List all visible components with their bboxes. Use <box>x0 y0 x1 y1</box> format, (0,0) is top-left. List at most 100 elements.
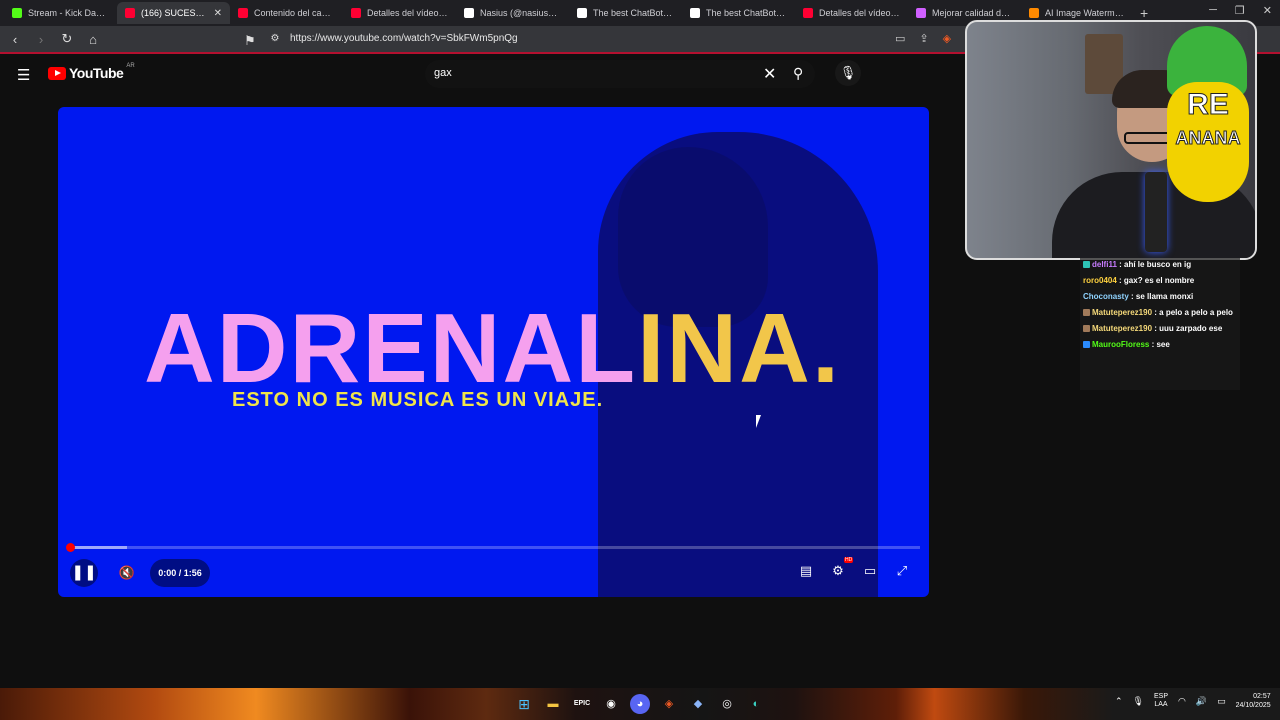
time-display: 0:00 / 1:56 <box>150 559 210 587</box>
subtitles-icon[interactable]: ▤ <box>797 563 815 579</box>
chat-separator: : <box>1116 260 1125 269</box>
youtube-play-icon <box>48 66 66 80</box>
tab-title: Detalles del vídeo - Yo <box>819 8 900 18</box>
clear-search-icon[interactable]: ✕ <box>763 64 776 84</box>
url-field[interactable]: https://www.youtube.com/watch?v=SbkFWm5p… <box>290 33 518 44</box>
site-info-icon[interactable]: ⚙ <box>268 33 282 44</box>
app-icon[interactable]: ◆ <box>688 694 708 714</box>
chat-text: ahí le busco en ig <box>1124 260 1192 269</box>
chat-username: delfi11 <box>1092 260 1117 269</box>
home-icon[interactable]: ⌂ <box>86 32 100 47</box>
settings-icon[interactable]: ⚙ <box>829 563 847 579</box>
obs-icon[interactable]: ◎ <box>717 694 737 714</box>
tab-favicon-icon <box>238 8 248 18</box>
scrubber-handle[interactable] <box>66 543 75 552</box>
hd-badge: HD <box>844 557 854 563</box>
maximize-icon[interactable]: ❐ <box>1235 4 1245 17</box>
tab-favicon-icon <box>916 8 926 18</box>
browser-tab[interactable]: Detalles del vídeo - Yo <box>795 2 908 24</box>
forward-icon[interactable]: › <box>34 32 48 47</box>
minimize-icon[interactable]: ─ <box>1209 4 1217 17</box>
edge-icon[interactable]: ◐ <box>746 694 766 714</box>
tab-title: The best ChatBot and <box>593 8 674 18</box>
file-explorer-icon[interactable]: ▬ <box>543 694 563 714</box>
window-controls: ─ ❐ ✕ <box>1209 4 1272 17</box>
chat-badge-icon <box>1083 309 1090 317</box>
lang-line-1: ESP <box>1153 693 1168 700</box>
tab-favicon-icon <box>690 8 700 18</box>
browser-tab[interactable]: Nasius (@nasiusok) | T <box>456 2 569 24</box>
brave-icon[interactable]: ◈ <box>659 694 679 714</box>
tab-title: Contenido del canal - <box>254 8 335 18</box>
mute-button[interactable]: 🔇 <box>113 559 141 587</box>
reanana-logo: RE ANANA <box>1167 82 1249 202</box>
close-tab-icon[interactable]: ✕ <box>214 8 222 19</box>
fullscreen-icon[interactable]: ⤢ <box>893 563 911 579</box>
browser-tab[interactable]: Contenido del canal - <box>230 2 343 24</box>
tab-favicon-icon <box>1029 8 1039 18</box>
cast-icon[interactable]: ▭ <box>895 32 905 45</box>
windows-taskbar: ⊞ ▬ EPIC ◉ ◕ ◈ ◆ ◎ ◐ ⌃ 🎙 ESP LAA ◠ 🔊 ▭ 0… <box>0 688 1280 720</box>
brave-shield-icon[interactable]: ◈ <box>943 32 951 45</box>
taskbar-apps: ⊞ ▬ EPIC ◉ ◕ ◈ ◆ ◎ ◐ <box>514 694 766 714</box>
bookmark-icon[interactable]: ⚑ <box>243 33 257 49</box>
chat-message: delfi11 : ahí le busco en ig <box>1083 260 1237 270</box>
tab-favicon-icon <box>577 8 587 18</box>
chat-text: uuu zarpado ese <box>1159 324 1223 333</box>
chat-overlay: delfi11 : ahí le busco en ig roro0404 : g… <box>1080 258 1240 390</box>
chat-text: gax? es el nombre <box>1123 276 1195 285</box>
tab-list: Stream - Kick Dashboard (166) SUCESOS PA ✕… <box>4 2 1134 24</box>
tab-title: Detalles del vídeo - Yo <box>367 8 448 18</box>
discord-icon[interactable]: ◕ <box>630 694 650 714</box>
share-icon[interactable]: ⇪ <box>919 32 928 45</box>
browser-tab[interactable]: The best ChatBot and <box>569 2 682 24</box>
chat-username: Choconasty <box>1083 292 1129 301</box>
tray-mic-icon[interactable]: 🎙 <box>1133 696 1144 707</box>
steam-icon[interactable]: ◉ <box>601 694 621 714</box>
voice-search-icon[interactable]: 🎙 <box>835 60 861 86</box>
chat-badge-icon <box>1083 341 1090 349</box>
search-box[interactable]: gax ✕ ⚲ <box>425 60 815 88</box>
tab-favicon-icon <box>803 8 813 18</box>
tab-title: (166) SUCESOS PA <box>141 8 208 18</box>
reload-icon[interactable]: ↻ <box>60 31 74 47</box>
pause-button[interactable]: ❚❚ <box>70 559 98 587</box>
search-icon[interactable]: ⚲ <box>793 65 803 82</box>
tab-title: AI Image Watermark R <box>1045 8 1126 18</box>
language-indicator[interactable]: ESP LAA <box>1154 693 1168 709</box>
chat-message: MaurooFloress : see <box>1083 340 1237 350</box>
progress-bar[interactable] <box>66 543 920 552</box>
search-input[interactable]: gax <box>434 67 452 79</box>
clock[interactable]: 02:57 24/10/2025 <box>1236 692 1271 710</box>
chat-badge-icon <box>1083 325 1090 333</box>
video-subtitle-art: ESTO NO ES MUSICA ES UN VIAJE. <box>232 389 604 411</box>
close-window-icon[interactable]: ✕ <box>1263 4 1272 17</box>
chat-text: se llama monxi <box>1135 292 1194 301</box>
tab-favicon-icon <box>12 8 22 18</box>
theater-mode-icon[interactable]: ▭ <box>861 563 879 579</box>
browser-tab[interactable]: Detalles del vídeo - Yo <box>343 2 456 24</box>
tab-favicon-icon <box>125 8 135 18</box>
chat-text: a pelo a pelo a pelo <box>1159 308 1233 317</box>
logo-line-1: RE <box>1187 88 1230 121</box>
epic-games-icon[interactable]: EPIC <box>572 694 592 714</box>
chat-message: Choconasty : se llama monxi <box>1083 292 1237 302</box>
browser-tab[interactable]: Stream - Kick Dashboard <box>4 2 117 24</box>
chat-message: Matuteperez190 : a pelo a pelo a pelo <box>1083 308 1237 318</box>
youtube-logo[interactable]: YouTube AR <box>48 63 135 81</box>
microphone <box>1145 172 1167 252</box>
back-icon[interactable]: ‹ <box>8 32 22 47</box>
video-player[interactable]: ADRENALINA. ESTO NO ES MUSICA ES UN VIAJ… <box>58 107 929 597</box>
tray-expand-icon[interactable]: ⌃ <box>1115 696 1123 707</box>
wifi-icon[interactable]: ◠ <box>1178 696 1186 707</box>
menu-icon[interactable]: ☰ <box>17 66 30 84</box>
muted-volume-icon: 🔇 <box>118 565 136 580</box>
volume-icon[interactable]: 🔊 <box>1196 696 1207 707</box>
windows-start-icon[interactable]: ⊞ <box>514 694 534 714</box>
tab-title: Nasius (@nasiusok) | T <box>480 8 561 18</box>
new-tab-button[interactable]: + <box>1140 5 1148 21</box>
chat-separator: : <box>1128 292 1136 301</box>
browser-tab[interactable]: The best ChatBot and <box>682 2 795 24</box>
browser-tab[interactable]: (166) SUCESOS PA ✕ <box>117 2 230 24</box>
battery-icon[interactable]: ▭ <box>1217 696 1226 707</box>
